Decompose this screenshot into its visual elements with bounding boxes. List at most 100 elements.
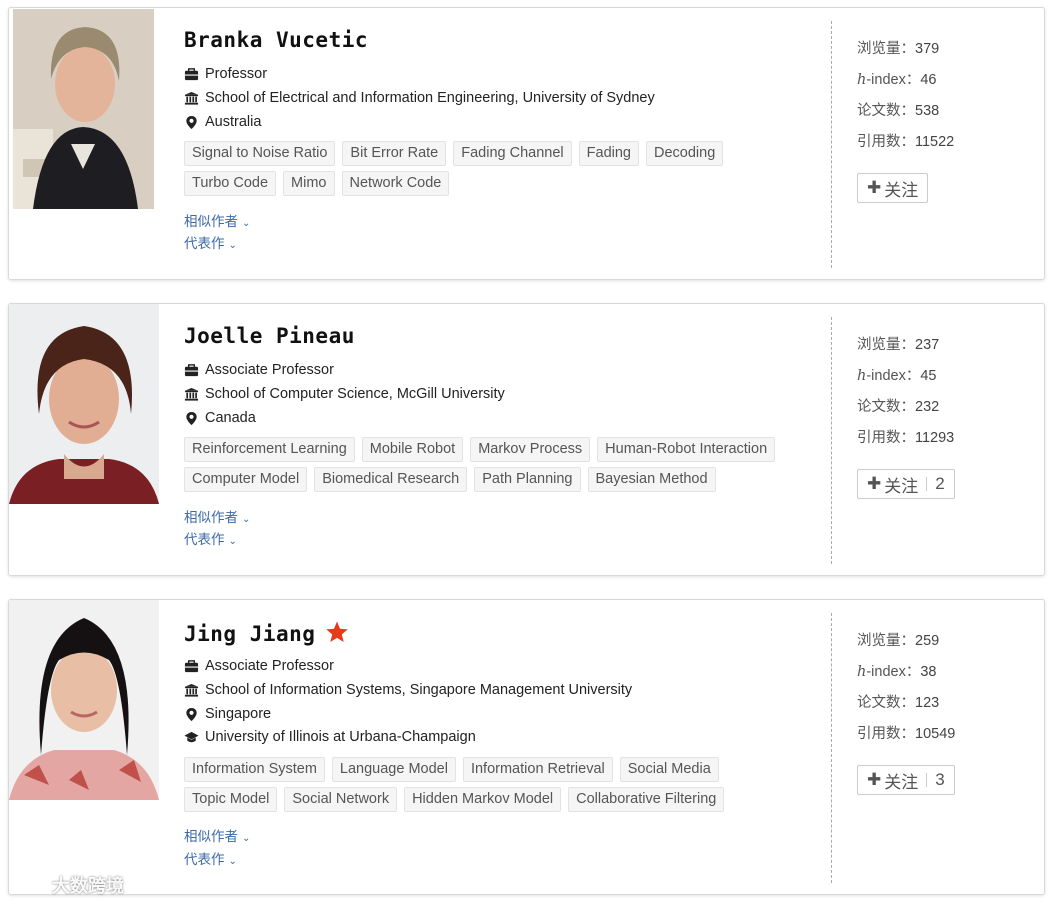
location-text: Canada (205, 410, 256, 426)
research-tag[interactable]: Social Media (619, 757, 719, 782)
position-text: Associate Professor (205, 658, 334, 674)
research-tag[interactable]: Markov Process (470, 437, 591, 462)
research-tag[interactable]: Mimo (283, 171, 335, 196)
research-tag[interactable]: Topic Model (184, 787, 278, 812)
papers-stat: 论文数：123 (857, 695, 940, 711)
research-tag[interactable]: Human-Robot Interaction (597, 437, 776, 462)
views-stat: 浏览量：259 (857, 633, 940, 649)
research-tag[interactable]: Reinforcement Learning (184, 437, 355, 462)
follow-button[interactable]: ✚ 关注 (857, 173, 929, 203)
hindex-stat: h-index：45 (857, 368, 937, 384)
papers-stat: 论文数：538 (857, 103, 940, 119)
views-stat: 浏览量：379 (857, 41, 940, 57)
similar-authors-link[interactable]: 相似作者 ⌄ (184, 210, 250, 230)
chevron-down-icon: ⌄ (228, 240, 237, 251)
representative-works-link[interactable]: 代表作 ⌄ (184, 232, 237, 252)
representative-works-link[interactable]: 代表作 ⌄ (184, 528, 237, 548)
plus-icon: ✚ (867, 178, 882, 197)
scholar-photo[interactable] (9, 304, 159, 504)
citations-stat: 引用数：10549 (857, 726, 956, 742)
plus-icon: ✚ (867, 770, 882, 789)
divider (831, 317, 832, 564)
position-row: Associate Professor (184, 360, 334, 380)
location-text: Australia (205, 114, 262, 130)
research-tag[interactable]: Information System (184, 757, 325, 782)
research-tags: Information System Language Model Inform… (184, 757, 804, 817)
affiliation-row: School of Computer Science, McGill Unive… (184, 384, 505, 404)
citations-stat: 引用数：11522 (857, 134, 955, 150)
location-text: Singapore (205, 706, 272, 722)
institution-icon (184, 387, 199, 401)
research-tags: Signal to Noise Ratio Bit Error Rate Fad… (184, 141, 804, 201)
scholar-name[interactable]: Jing Jiang (184, 620, 349, 646)
chevron-down-icon: ⌄ (228, 536, 237, 547)
divider (831, 21, 832, 268)
research-tag[interactable]: Fading (578, 141, 639, 166)
papers-stat: 论文数：232 (857, 399, 940, 415)
institution-icon (184, 91, 199, 105)
divider (831, 613, 832, 883)
graduation-cap-icon (184, 731, 199, 742)
star-icon (326, 621, 349, 642)
research-tag[interactable]: Hidden Markov Model (404, 787, 562, 812)
affiliation-row: School of Electrical and Information Eng… (184, 88, 655, 108)
research-tag[interactable]: Mobile Robot (361, 437, 464, 462)
research-tag[interactable]: Signal to Noise Ratio (184, 141, 336, 166)
location-row: Australia (184, 112, 261, 132)
research-tag[interactable]: Turbo Code (184, 171, 277, 196)
scholar-name[interactable]: Branka Vucetic (184, 28, 368, 52)
affiliation-text: School of Electrical and Information Eng… (205, 90, 655, 106)
hindex-stat: h-index：38 (857, 664, 937, 680)
similar-authors-link[interactable]: 相似作者 ⌄ (184, 506, 250, 526)
research-tag[interactable]: Biomedical Research (314, 467, 468, 492)
research-tag[interactable]: Information Retrieval (462, 757, 613, 782)
location-pin-icon (186, 411, 197, 425)
scholar-photo[interactable] (9, 600, 159, 800)
research-tag[interactable]: Fading Channel (453, 141, 572, 166)
briefcase-icon (184, 67, 199, 80)
location-row: Singapore (184, 704, 271, 724)
position-text: Professor (205, 66, 268, 82)
follow-count: 2 (935, 474, 945, 493)
location-pin-icon (186, 707, 197, 721)
position-row: Professor (184, 64, 267, 84)
institution-icon (184, 683, 199, 697)
research-tag[interactable]: Bayesian Method (587, 467, 716, 492)
follow-count: 3 (935, 770, 945, 789)
separator (926, 773, 928, 787)
scholar-card: Joelle Pineau Associate Professor School… (8, 303, 1045, 576)
similar-authors-link[interactable]: 相似作者 ⌄ (184, 825, 250, 845)
research-tags: Reinforcement Learning Mobile Robot Mark… (184, 437, 804, 497)
follow-button[interactable]: ✚ 关注 3 (857, 765, 955, 795)
watermark: 大数跨境 (10, 872, 124, 898)
research-tag[interactable]: Path Planning (474, 467, 581, 492)
chevron-down-icon: ⌄ (242, 833, 251, 844)
hindex-stat: h-index：46 (857, 72, 937, 88)
research-tag[interactable]: Social Network (284, 787, 398, 812)
research-tag[interactable]: Computer Model (184, 467, 308, 492)
representative-works-link[interactable]: 代表作 ⌄ (184, 848, 237, 868)
scholar-name[interactable]: Joelle Pineau (184, 324, 355, 348)
research-tag[interactable]: Collaborative Filtering (568, 787, 725, 812)
scholar-card: Branka Vucetic Professor School of Elect… (8, 7, 1045, 280)
position-row: Associate Professor (184, 656, 334, 676)
education-row: University of Illinois at Urbana-Champai… (184, 727, 476, 747)
position-text: Associate Professor (205, 362, 334, 378)
follow-button[interactable]: ✚ 关注 2 (857, 469, 955, 499)
scholar-photo[interactable] (13, 9, 154, 209)
location-row: Canada (184, 408, 256, 428)
location-pin-icon (186, 115, 197, 129)
research-tag[interactable]: Language Model (331, 757, 456, 782)
research-tag[interactable]: Bit Error Rate (342, 141, 447, 166)
affiliation-text: School of Computer Science, McGill Unive… (205, 386, 505, 402)
chevron-down-icon: ⌄ (228, 856, 237, 867)
views-stat: 浏览量：237 (857, 337, 940, 353)
research-tag[interactable]: Network Code (341, 171, 450, 196)
chevron-down-icon: ⌄ (242, 514, 251, 525)
research-tag[interactable]: Decoding (646, 141, 724, 166)
citations-stat: 引用数：11293 (857, 430, 955, 446)
affiliation-text: School of Information Systems, Singapore… (205, 682, 633, 698)
briefcase-icon (184, 659, 199, 672)
scholar-card: Jing Jiang Associate Professor School of… (8, 599, 1045, 895)
chevron-down-icon: ⌄ (242, 218, 251, 229)
